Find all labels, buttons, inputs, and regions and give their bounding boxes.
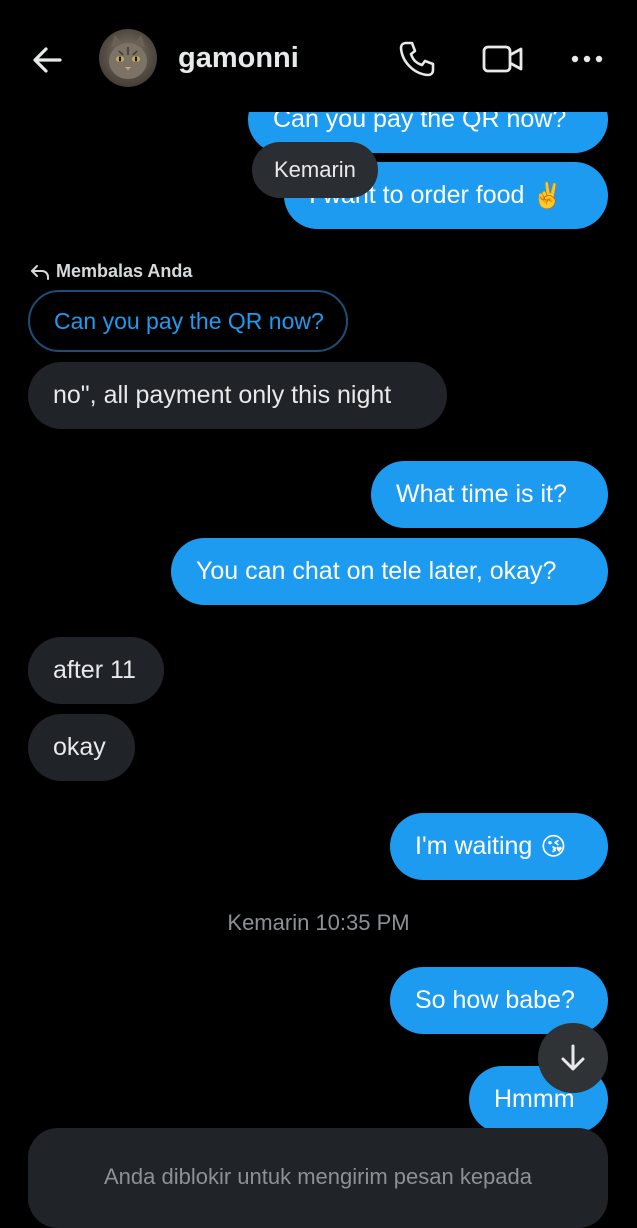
message-text: You can chat on tele later, okay? xyxy=(196,557,557,585)
message-text: I'm waiting xyxy=(415,832,533,860)
scroll-to-bottom-button[interactable] xyxy=(538,1023,608,1093)
victory-hand-emoji: ✌️ xyxy=(532,182,564,211)
message-bubble-outgoing[interactable]: What time is it? xyxy=(371,461,608,528)
arrow-left-icon[interactable] xyxy=(28,40,68,80)
avatar[interactable] xyxy=(99,29,157,87)
chat-header: gamonni xyxy=(0,0,637,112)
chat-username[interactable]: gamonni xyxy=(178,40,299,76)
message-bubble-incoming[interactable]: okay xyxy=(28,714,135,781)
blocked-notice-text: Anda diblokir untuk mengirim pesan kepad… xyxy=(103,1164,533,1189)
phone-icon[interactable] xyxy=(396,38,438,80)
message-bubble-outgoing[interactable]: I'm waiting 😘 xyxy=(390,813,608,880)
message-text: okay xyxy=(53,733,106,761)
cat-avatar-icon xyxy=(109,35,147,79)
quoted-message[interactable]: Can you pay the QR now? xyxy=(28,290,348,352)
arrow-down-icon xyxy=(561,1044,585,1071)
message-text: no", all payment only this night xyxy=(53,381,392,409)
message-bubble-incoming[interactable]: after 11 xyxy=(28,637,164,704)
message-text: So how babe? xyxy=(415,986,575,1014)
chat-thread: Can you pay the QR now? I want to order … xyxy=(0,0,637,1228)
reply-indicator: Membalas Anda xyxy=(30,260,192,282)
reply-arrow-icon xyxy=(31,265,49,281)
kiss-face-emoji: 😘 xyxy=(540,833,567,862)
reply-label-text: Membalas Anda xyxy=(56,261,193,281)
message-bubble-outgoing[interactable]: You can chat on tele later, okay? xyxy=(171,538,608,605)
message-text: after 11 xyxy=(53,656,136,684)
video-camera-icon[interactable] xyxy=(481,40,525,78)
message-text: What time is it? xyxy=(396,480,567,508)
message-bubble-incoming[interactable]: no", all payment only this night xyxy=(28,362,447,429)
date-tooltip: Kemarin xyxy=(252,142,378,198)
more-horizontal-icon[interactable] xyxy=(568,44,606,74)
message-timestamp: Kemarin 10:35 PM xyxy=(227,910,410,935)
blocked-notice-bar: Anda diblokir untuk mengirim pesan kepad… xyxy=(28,1128,608,1228)
